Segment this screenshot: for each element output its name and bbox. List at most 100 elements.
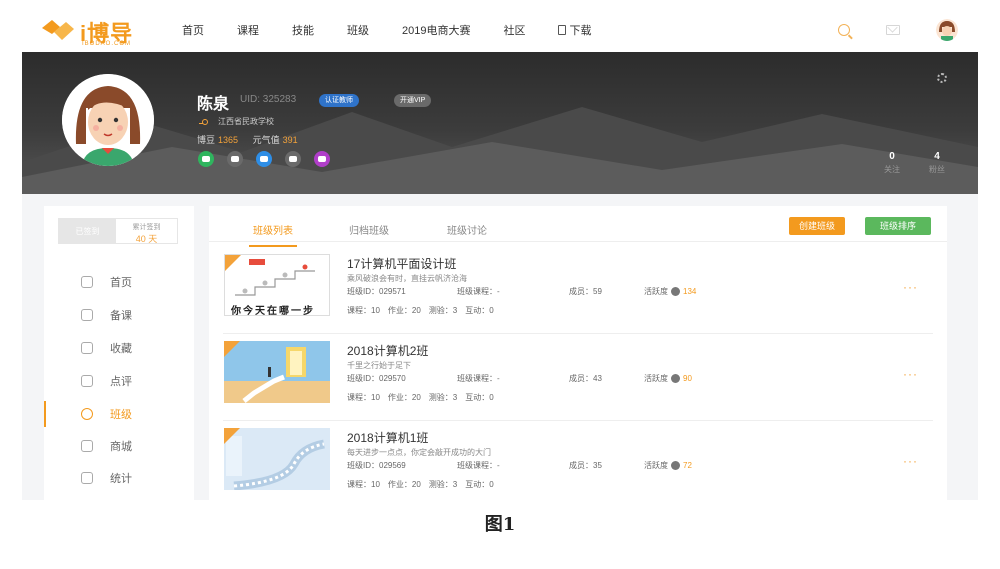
class-row[interactable]: 你今天在哪一步 17计算机平面设计班 乘风破浪会有时，直挂云帆济沧海 班级ID：… <box>209 248 947 334</box>
checkin-total-label: 累计签到 <box>132 224 161 231</box>
profile-banner: 陈泉 UID: 325283 认证教师 开通VIP 江西省民政学校 博豆 1365… <box>22 52 978 194</box>
bodou-value: 1365 <box>218 135 239 145</box>
profile-avatar-icon <box>62 74 154 166</box>
class-row[interactable]: 2018计算机2班 千里之行始于足下 班级ID：029570 班级课程：- 成员… <box>209 335 947 421</box>
avatar-icon <box>936 19 958 41</box>
fans-counter[interactable]: 4 粉丝 <box>922 151 952 175</box>
phone-icon <box>558 25 567 35</box>
sidebar-item-label: 备课 <box>110 310 132 322</box>
nav-home[interactable]: 首页 <box>182 22 204 38</box>
class-name[interactable]: 2018计算机2班 <box>347 342 428 359</box>
sidebar-item-label: 点评 <box>110 376 132 388</box>
sidebar-item-favorites[interactable]: 收藏 <box>44 338 194 358</box>
star-icon <box>81 342 93 354</box>
class-course: 班级课程：- <box>457 461 500 470</box>
settings-gear-icon[interactable] <box>937 73 947 83</box>
mail-icon[interactable] <box>285 151 301 167</box>
follow-count: 0 <box>889 151 895 162</box>
sidebar-item-label: 统计 <box>110 473 132 485</box>
tab-archived[interactable]: 归档班级 <box>349 222 389 237</box>
wechat-icon[interactable] <box>198 151 214 167</box>
class-activity: 活跃度 90 <box>644 373 692 384</box>
weibo-icon[interactable] <box>227 151 243 167</box>
class-id: 班级ID：029569 <box>347 461 406 470</box>
sidebar-item-label: 班级 <box>110 409 132 421</box>
activity-value: 90 <box>683 374 692 383</box>
yuanqi-label: 元气值 <box>252 135 280 145</box>
prepare-icon <box>81 309 93 321</box>
sidebar-item-stats[interactable]: 统计 <box>44 468 194 488</box>
class-desc: 每天进步一点点，你定会敲开成功的大门 <box>347 448 491 457</box>
nav-classes[interactable]: 班级 <box>347 22 369 38</box>
help-icon[interactable] <box>671 287 680 297</box>
figure-caption: 图1 <box>484 514 516 535</box>
logo-subtext: IBODAO.COM <box>82 41 132 47</box>
class-course: 班级课程：- <box>457 287 500 296</box>
sidebar-item-comments[interactable]: 点评 <box>44 371 194 391</box>
create-class-button[interactable]: 创建班级 <box>789 217 845 235</box>
class-id: 班级ID：029571 <box>347 287 406 296</box>
more-options-icon[interactable]: ··· <box>903 280 918 294</box>
sidebar-item-home[interactable]: 首页 <box>44 272 194 292</box>
profile-points: 博豆 1365 元气值 391 <box>197 133 310 146</box>
corner-tag <box>225 255 241 271</box>
teacher-badge[interactable]: 认证教师 <box>319 94 359 107</box>
sort-classes-button[interactable]: 班级排序 <box>865 217 931 235</box>
nav-contest[interactable]: 2019电商大赛 <box>402 22 470 38</box>
class-name[interactable]: 17计算机平面设计班 <box>347 255 456 272</box>
top-icons <box>838 8 958 52</box>
class-row[interactable]: 2018计算机1班 每天进步一点点，你定会敲开成功的大门 班级ID：029569… <box>209 422 947 500</box>
tab-class-list[interactable]: 班级列表 <box>249 222 297 247</box>
class-activity: 活跃度 72 <box>644 460 692 471</box>
class-name[interactable]: 2018计算机1班 <box>347 429 428 446</box>
class-desc: 千里之行始于足下 <box>347 361 411 370</box>
social-links <box>198 151 343 167</box>
class-stats: 课程：10 作业：20 测验：3 互动：0 <box>347 306 494 315</box>
qq-icon[interactable] <box>256 151 272 167</box>
sidebar-item-classes[interactable]: 班级 <box>44 401 194 427</box>
class-thumbnail[interactable]: 你今天在哪一步 <box>224 254 330 316</box>
message-icon[interactable] <box>886 25 900 35</box>
profile-uid: UID: 325283 <box>240 94 297 105</box>
school-name: 江西省民政学校 <box>218 117 274 126</box>
more-options-icon[interactable]: ··· <box>903 454 918 468</box>
more-options-icon[interactable]: ··· <box>903 367 918 381</box>
nav-community[interactable]: 社区 <box>503 22 525 38</box>
profile-school: 江西省民政学校 <box>199 116 274 127</box>
profile-avatar[interactable] <box>62 74 154 166</box>
profile-name: 陈泉 <box>197 96 230 113</box>
checkin-total-value: 40 天 <box>135 234 158 244</box>
search-icon[interactable] <box>838 24 850 36</box>
sidebar-item-shop[interactable]: 商城 <box>44 436 194 456</box>
sidebar-item-label: 首页 <box>110 277 132 289</box>
nav-skills[interactable]: 技能 <box>292 22 314 38</box>
user-avatar[interactable] <box>936 19 958 41</box>
activity-value: 134 <box>683 287 697 296</box>
class-desc: 乘风破浪会有时，直挂云帆济沧海 <box>347 274 467 283</box>
help-icon[interactable] <box>671 374 680 384</box>
nav-courses[interactable]: 课程 <box>237 22 259 38</box>
logo[interactable]: i博导 IBODAO.COM <box>40 14 150 47</box>
tab-discussion[interactable]: 班级讨论 <box>447 222 487 237</box>
sidebar: 已签到 累计签到 40 天 首页 备课 收藏 点评 班级 商城 统计 <box>44 206 194 500</box>
help-icon[interactable] <box>671 461 680 471</box>
class-thumbnail[interactable] <box>224 341 330 403</box>
bodou-label: 博豆 <box>197 135 216 145</box>
vip-badge[interactable]: 开通VIP <box>394 94 432 107</box>
activity-label: 活跃度 <box>644 287 668 296</box>
sidebar-item-prepare[interactable]: 备课 <box>44 305 194 325</box>
class-members: 成员：59 <box>569 287 602 296</box>
home-icon <box>81 276 93 288</box>
shop-icon <box>81 440 93 452</box>
activity-label: 活跃度 <box>644 461 668 470</box>
top-nav: i博导 IBODAO.COM 首页 课程 技能 班级 2019电商大赛 社区 下… <box>22 8 978 52</box>
class-panel: 班级列表 归档班级 班级讨论 创建班级 班级排序 你今天在哪一步 17计算机平面… <box>209 206 947 500</box>
phone-icon[interactable] <box>314 151 330 167</box>
class-course: 班级课程：- <box>457 374 500 383</box>
checkin-done-button[interactable]: 已签到 <box>59 219 116 243</box>
screenshot: i博导 IBODAO.COM 首页 课程 技能 班级 2019电商大赛 社区 下… <box>22 8 978 500</box>
class-members: 成员：43 <box>569 374 602 383</box>
nav-download[interactable]: 下载 <box>558 22 591 38</box>
follow-counter[interactable]: 0 关注 <box>877 151 907 175</box>
class-thumbnail[interactable] <box>224 428 330 490</box>
